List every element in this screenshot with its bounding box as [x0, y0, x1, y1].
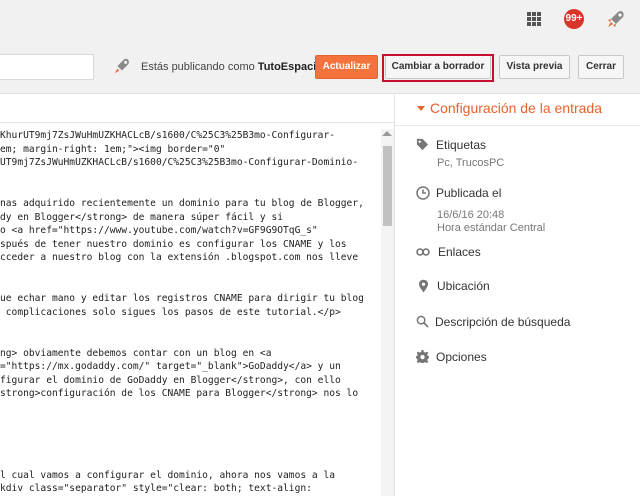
published-title: Publicada el	[436, 186, 502, 200]
published-timezone: Hora estándar Central	[437, 222, 546, 234]
link-icon	[416, 248, 430, 256]
notifications-badge[interactable]: 99+	[564, 9, 584, 29]
publishing-prefix: Estás publicando como	[141, 61, 255, 73]
code-line[interactable]	[0, 265, 381, 279]
code-line[interactable]	[0, 401, 381, 415]
code-line[interactable]: em; margin-right: 1em;"><img border="0"	[0, 143, 381, 157]
tag-icon	[416, 138, 429, 151]
code-line[interactable]: UT9mj7ZsJWuHmUZKHACLcB/s1600/C%25C3%25B3…	[0, 156, 381, 170]
code-line[interactable]	[0, 279, 381, 293]
code-line[interactable]: kdiv class="separator" style="clear: bot…	[0, 482, 381, 496]
caret-down-icon	[417, 106, 425, 111]
close-button[interactable]: Cerrar	[578, 55, 624, 79]
search-description-title: Descripción de búsqueda	[435, 315, 571, 329]
post-toolbar: Estás publicando como TutoEspacio Actual…	[0, 38, 640, 94]
blogger-rocket-icon	[114, 58, 129, 74]
code-line[interactable]	[0, 183, 381, 197]
editor-toolbar	[0, 95, 394, 123]
clock-icon	[416, 186, 430, 200]
code-line[interactable]: strong>configuración de los CNAME para B…	[0, 387, 381, 401]
update-button[interactable]: Actualizar	[315, 55, 378, 79]
code-line[interactable]: KhurUT9mj7ZsJWuHmUZKHACLcB/s1600/C%25C3%…	[0, 129, 381, 143]
code-line[interactable]: o <a href="https://www.youtube.com/watch…	[0, 224, 381, 238]
preview-button[interactable]: Vista previa	[499, 55, 570, 79]
code-line[interactable]: nas adquirido recientemente un dominio p…	[0, 197, 381, 211]
location-title: Ubicación	[437, 279, 490, 293]
code-line[interactable]	[0, 414, 381, 428]
search-icon	[416, 315, 429, 328]
code-line[interactable]: dy en Blogger</strong> de manera súper f…	[0, 211, 381, 225]
code-line[interactable]	[0, 333, 381, 347]
publishing-as-text: Estás publicando como TutoEspacio	[141, 61, 323, 73]
code-line[interactable]: ue echar mano y editar los registros CNA…	[0, 292, 381, 306]
sidebar-item-published[interactable]: Publicada el 16/6/16 20:48 Hora estándar…	[395, 184, 640, 239]
code-line[interactable]: spués de tener nuestro dominio es config…	[0, 238, 381, 252]
sidebar-item-location[interactable]: Ubicación	[395, 277, 640, 297]
sidebar-item-options[interactable]: Opciones	[395, 348, 640, 368]
top-bar: 99+	[0, 0, 640, 38]
published-date: 16/6/16 20:48	[437, 209, 505, 221]
post-title-input[interactable]	[0, 54, 94, 80]
options-title: Opciones	[436, 350, 487, 364]
sidebar-item-labels[interactable]: Etiquetas Pc, TrucosPC	[395, 135, 640, 175]
labels-title: Etiquetas	[436, 138, 487, 152]
code-line[interactable]: cceder a nuestro blog con la extensión .…	[0, 251, 381, 265]
sidebar-item-links[interactable]: Enlaces	[395, 243, 640, 263]
code-line[interactable]	[0, 442, 381, 456]
blogger-rocket-icon[interactable]	[605, 8, 627, 30]
code-line[interactable]: ng> obviamente debemos contar con un blo…	[0, 347, 381, 361]
editor-scrollbar-thumb[interactable]	[383, 146, 392, 226]
publisher-name: TutoEspacio	[257, 61, 323, 73]
code-line[interactable]: l cual vamos a configurar el dominio, ah…	[0, 469, 381, 483]
labels-value: Pc, TrucosPC	[437, 157, 505, 169]
scroll-up-arrow-icon[interactable]	[382, 131, 392, 136]
post-settings-header[interactable]: Configuración de la entrada	[395, 95, 640, 126]
revert-button-highlight	[382, 54, 494, 82]
code-line[interactable]: complicaciones solo sigues los pasos de …	[0, 306, 381, 320]
code-line[interactable]: figurar el dominio de GoDaddy en Blogger…	[0, 374, 381, 388]
code-line[interactable]	[0, 319, 381, 333]
apps-grid-icon[interactable]	[527, 12, 541, 26]
post-settings-title: Configuración de la entrada	[430, 100, 603, 116]
code-line[interactable]	[0, 170, 381, 184]
code-line[interactable]	[0, 428, 381, 442]
post-settings-sidebar: Configuración de la entrada Etiquetas Pc…	[395, 95, 640, 496]
code-line[interactable]: ="https://mx.godaddy.com/" target="_blan…	[0, 360, 381, 374]
html-editor[interactable]: KhurUT9mj7ZsJWuHmUZKHACLcB/s1600/C%25C3%…	[0, 129, 381, 496]
gear-icon	[416, 350, 429, 363]
links-title: Enlaces	[438, 245, 481, 259]
code-line[interactable]	[0, 455, 381, 469]
location-pin-icon	[419, 279, 428, 293]
sidebar-item-search-description[interactable]: Descripción de búsqueda	[395, 313, 640, 333]
